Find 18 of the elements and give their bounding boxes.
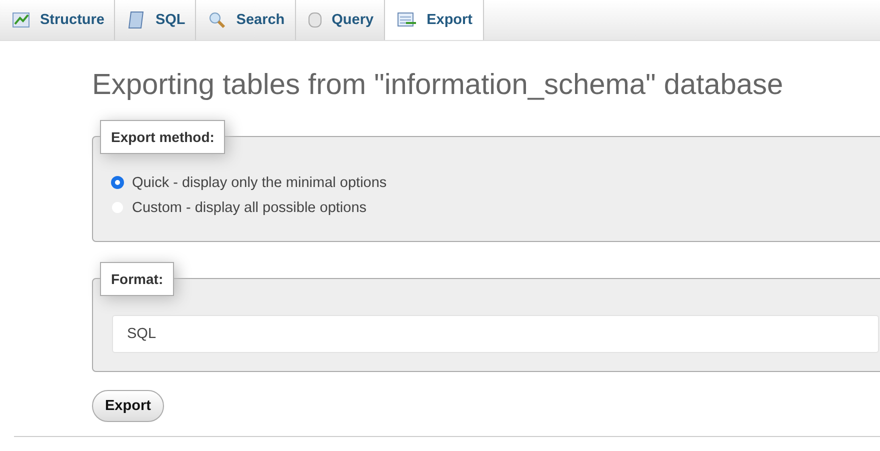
table-icon bbox=[12, 12, 30, 28]
option-label: Quick - display only the minimal options bbox=[132, 174, 387, 190]
page-title: Exporting tables from "information_schema" database bbox=[92, 69, 784, 103]
table-export-icon bbox=[396, 12, 417, 28]
radio-button[interactable] bbox=[111, 176, 124, 189]
tab[interactable]: SQL bbox=[115, 0, 196, 40]
search-icon bbox=[208, 11, 226, 29]
option-label: Custom - display all possible options bbox=[132, 200, 367, 216]
tab[interactable]: Query bbox=[296, 0, 385, 40]
tab[interactable]: Export bbox=[384, 0, 484, 40]
export-button[interactable]: Export bbox=[92, 390, 164, 422]
database-icon bbox=[308, 11, 322, 29]
format-select[interactable]: SQL bbox=[112, 315, 879, 353]
scroll-icon bbox=[127, 11, 146, 29]
panel-legend: Format: bbox=[100, 262, 174, 296]
panel-legend: Export method: bbox=[100, 120, 226, 154]
tab[interactable]: Search bbox=[196, 0, 296, 40]
tab[interactable]: Structure bbox=[0, 0, 116, 40]
